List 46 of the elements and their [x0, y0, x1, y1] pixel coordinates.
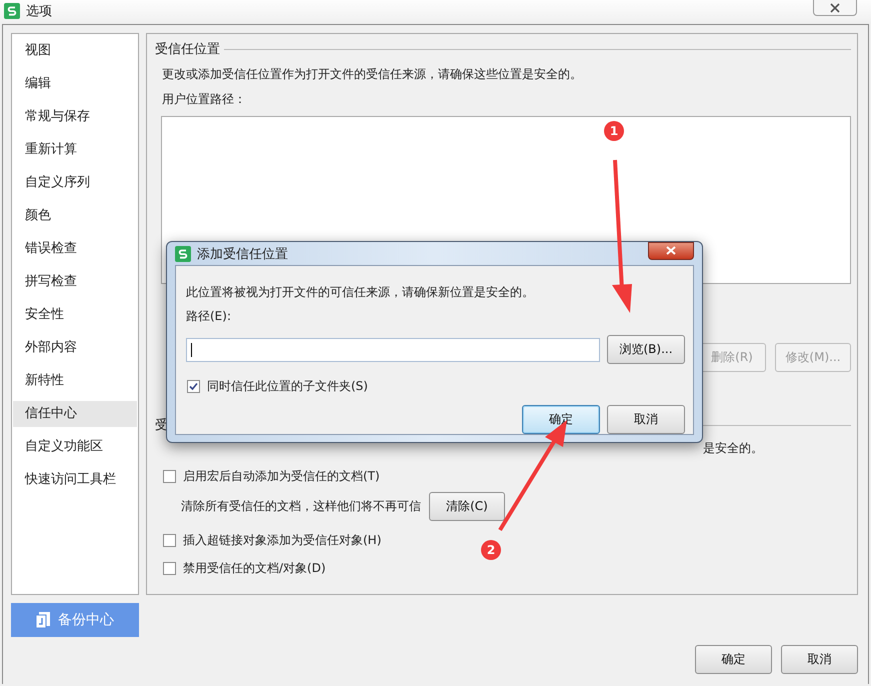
sidebar-item[interactable]: 快速访问工具栏 [13, 467, 137, 493]
window-title: 选项 [26, 3, 52, 20]
path-label: 路径(E): [186, 308, 232, 325]
description-text: 是安全的。 [703, 440, 763, 457]
close-icon [666, 246, 676, 255]
path-label: 用户位置路径： [161, 91, 247, 108]
checkbox[interactable] [187, 380, 200, 393]
sidebar-item[interactable]: 拼写检查 [13, 269, 137, 295]
dialog-button[interactable]: 确定 [522, 405, 600, 434]
dialog-description: 此位置将被视为打开文件的可信任来源，请确保新位置是安全的。 [186, 284, 535, 301]
sidebar-item[interactable]: 信任中心 [13, 401, 137, 427]
close-button[interactable] [648, 242, 694, 260]
dialog-title: 添加受信任位置 [197, 246, 288, 262]
sidebar-item[interactable]: 新特性 [13, 368, 137, 394]
description-text: 更改或添加受信任位置作为打开文件的受信任来源，请确保这些位置是安全的。 [161, 66, 583, 83]
document-icon [36, 612, 50, 628]
sidebar-item[interactable]: 颜色 [13, 203, 137, 229]
checkbox[interactable] [163, 562, 176, 575]
checkbox-label: 启用宏后自动添加为受信任的文档(T) [183, 468, 380, 485]
app-logo-icon [4, 3, 20, 19]
sidebar-item[interactable]: 视图 [13, 38, 137, 64]
checkbox-label: 禁用受信任的文档/对象(D) [183, 560, 326, 577]
path-field[interactable] [186, 338, 600, 362]
clear-button[interactable]: 清除(C) [429, 492, 505, 521]
sidebar-item[interactable]: 自定义序列 [13, 170, 137, 196]
close-icon [830, 2, 840, 12]
close-button[interactable] [813, 0, 857, 16]
sidebar-item[interactable]: 自定义功能区 [13, 434, 137, 460]
browse-button[interactable]: 浏览(B)... [607, 335, 685, 364]
sidebar-item[interactable]: 常规与保存 [13, 104, 137, 130]
sidebar-item[interactable]: 编辑 [13, 71, 137, 97]
sidebar-item[interactable]: 重新计算 [13, 137, 137, 163]
sidebar-item[interactable]: 错误检查 [13, 236, 137, 262]
checkbox-label: 插入超链接对象添加为受信任对象(H) [183, 532, 382, 549]
checkbox[interactable] [163, 470, 176, 483]
clear-description: 清除所有受信任的文档，这样他们将不再可信 [181, 498, 421, 515]
dialog-button[interactable]: 确定 [695, 645, 772, 674]
dialog-button[interactable]: 取消 [781, 645, 858, 674]
sidebar-item[interactable]: 安全性 [13, 302, 137, 328]
dialog-button[interactable]: 取消 [607, 405, 685, 434]
app-logo-icon [175, 246, 191, 262]
checkbox-label: 同时信任此位置的子文件夹(S) [207, 378, 368, 395]
sidebar-item[interactable]: 外部内容 [13, 335, 137, 361]
step-marker: 2 [481, 540, 501, 560]
section-heading: 受信任位置 [155, 41, 220, 58]
checkbox[interactable] [163, 534, 176, 547]
